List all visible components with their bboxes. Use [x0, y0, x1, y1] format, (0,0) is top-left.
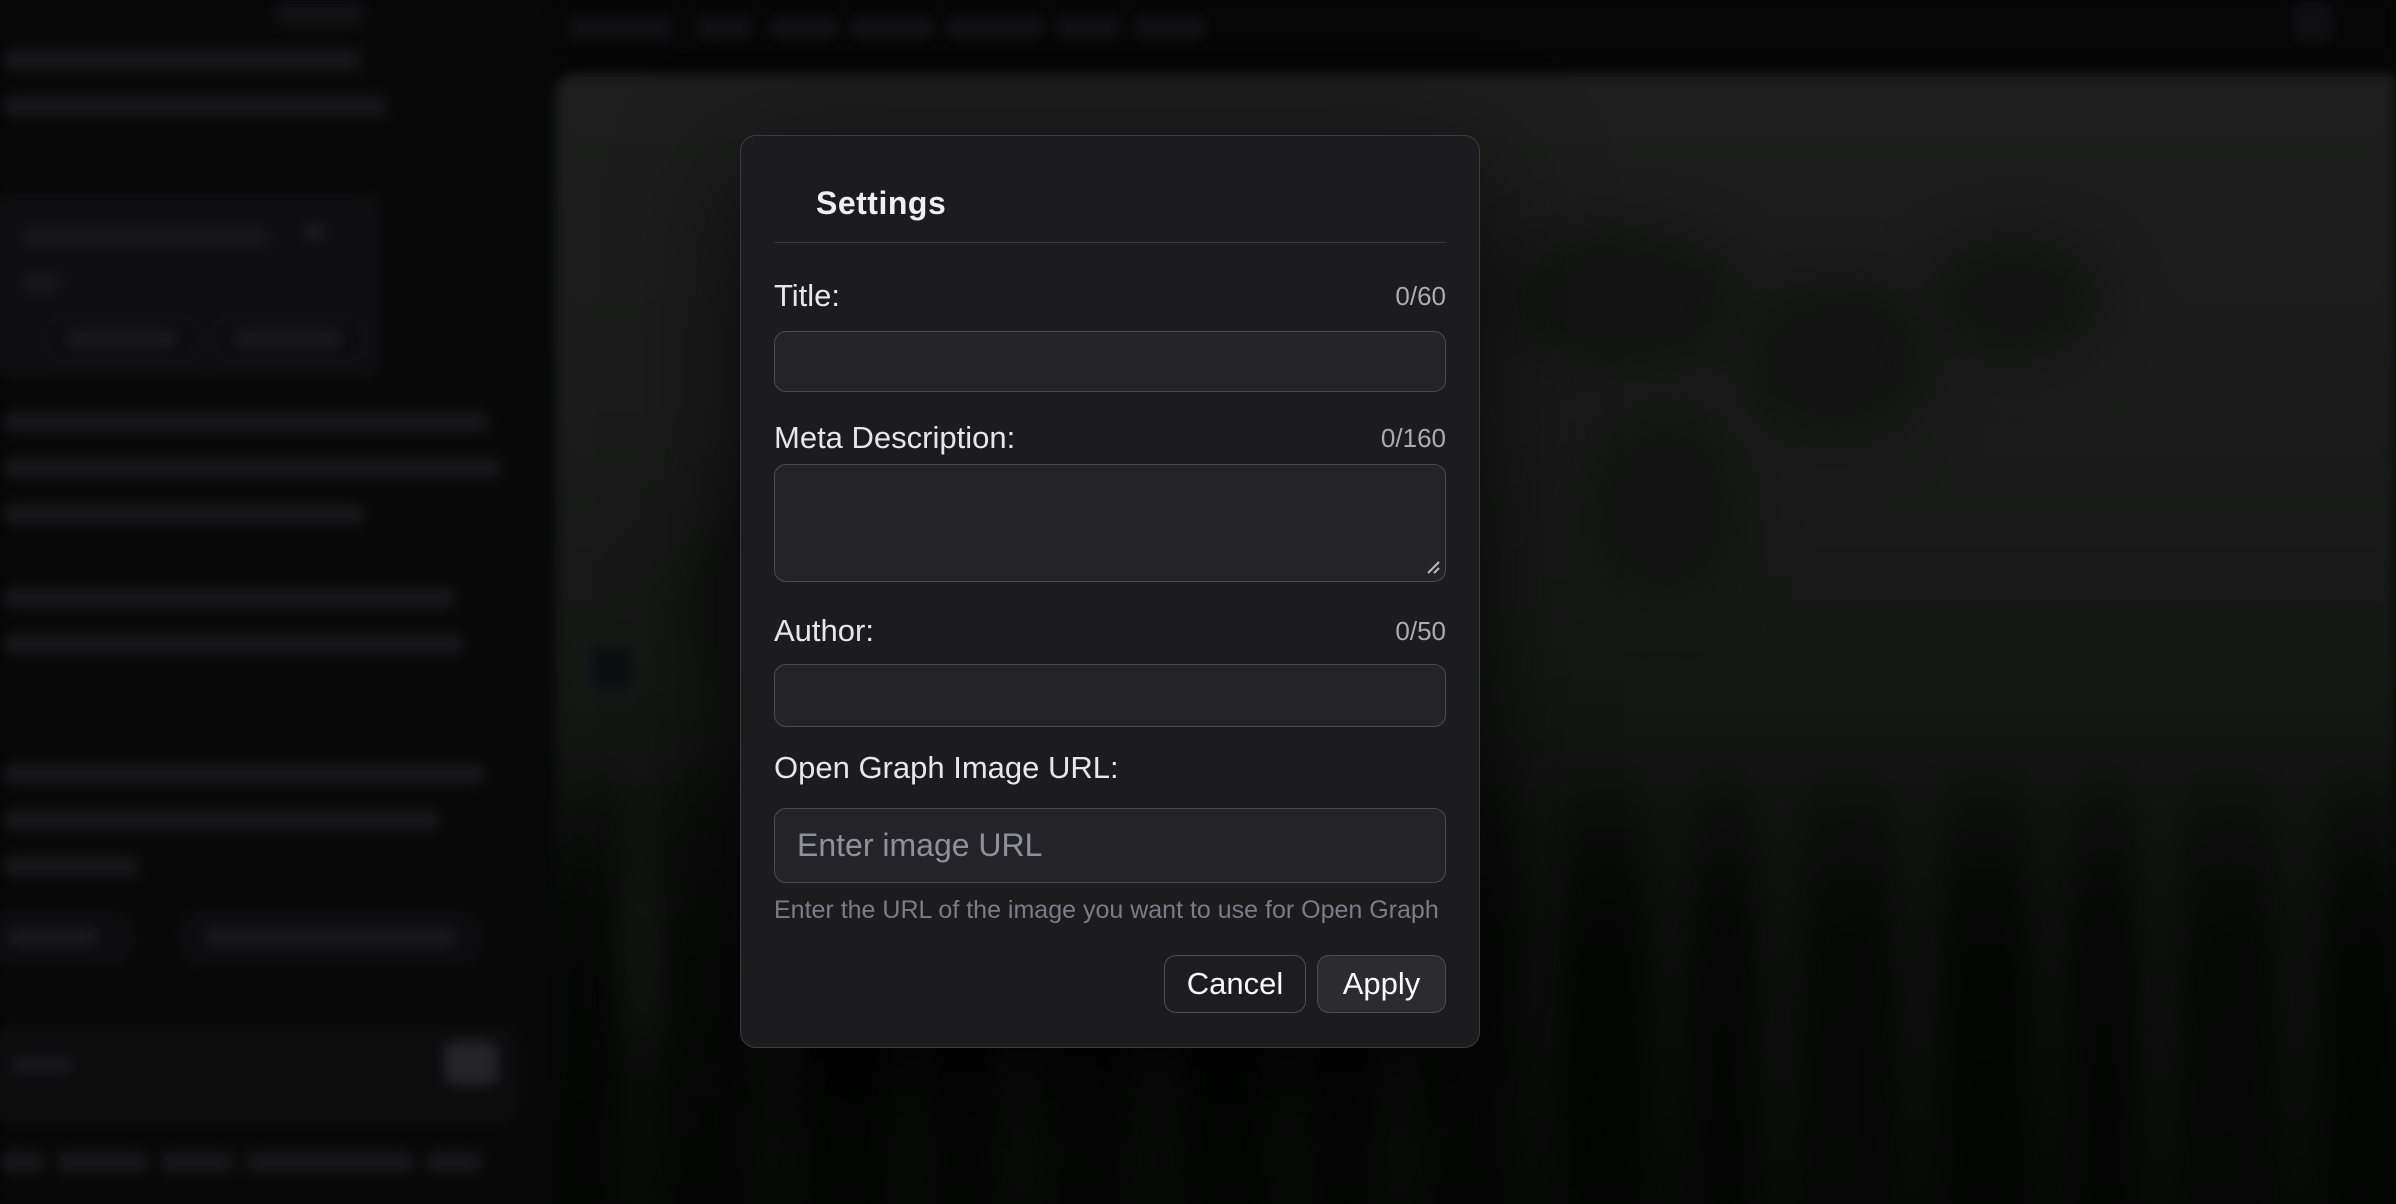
resize-grip-icon[interactable]: [1422, 556, 1440, 574]
og-image-field-row: Open Graph Image URL:: [774, 749, 1446, 787]
meta-description-char-counter: 0/160: [1381, 419, 1446, 457]
title-label: Title:: [774, 277, 840, 315]
apply-button[interactable]: Apply: [1317, 955, 1446, 1013]
title-char-counter: 0/60: [1395, 277, 1446, 315]
author-label: Author:: [774, 612, 874, 650]
divider: [774, 242, 1446, 243]
dialog-actions: Cancel Apply: [774, 955, 1446, 1013]
meta-description-field-row: Meta Description: 0/160: [774, 419, 1446, 457]
app-screen: ✕: [0, 0, 2396, 1204]
author-field-row: Author: 0/50: [774, 612, 1446, 650]
meta-description-textarea[interactable]: [774, 464, 1446, 582]
og-image-url-label: Open Graph Image URL:: [774, 749, 1119, 787]
author-input[interactable]: [774, 664, 1446, 727]
title-input[interactable]: [774, 331, 1446, 392]
title-field-row: Title: 0/60: [774, 277, 1446, 315]
og-image-url-input[interactable]: [774, 808, 1446, 883]
meta-description-label: Meta Description:: [774, 419, 1015, 457]
og-image-helper-text: Enter the URL of the image you want to u…: [774, 895, 1446, 926]
meta-description-wrap: [774, 464, 1446, 582]
cancel-button[interactable]: Cancel: [1164, 955, 1306, 1013]
author-char-counter: 0/50: [1395, 612, 1446, 650]
dialog-title: Settings: [816, 184, 1446, 222]
settings-dialog: Settings Title: 0/60 Meta Description: 0…: [740, 135, 1480, 1048]
